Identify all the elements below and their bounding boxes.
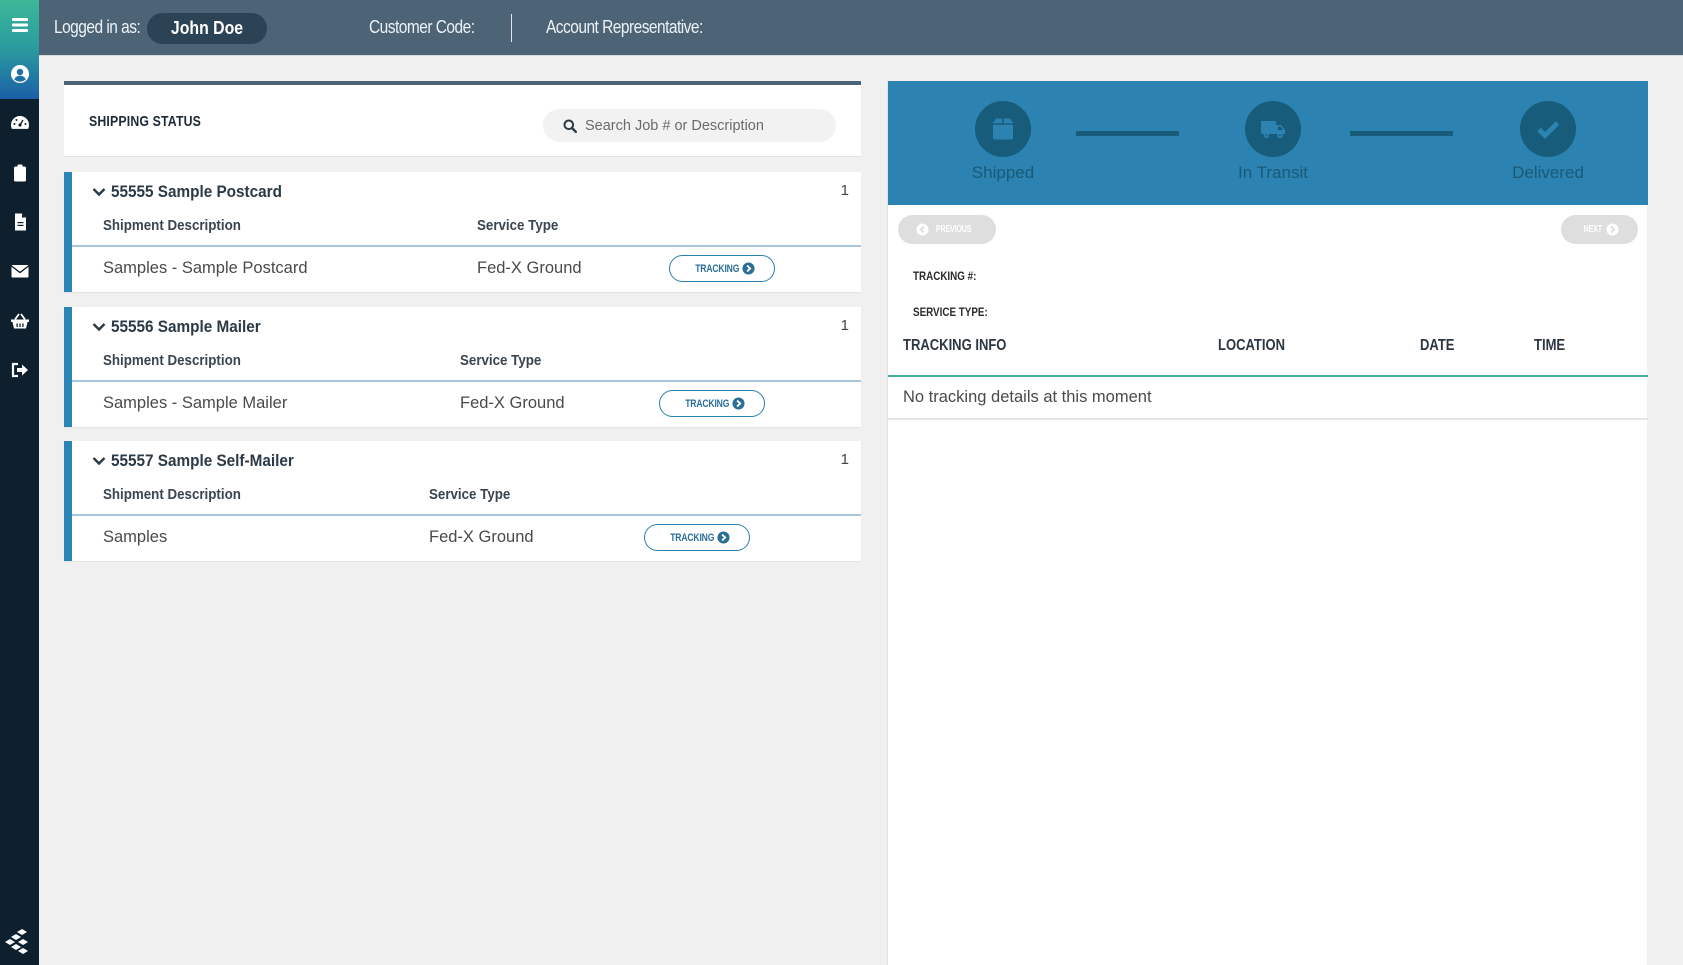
chevron-right-circle-icon <box>717 531 730 544</box>
step-label: Shipped <box>971 163 1035 182</box>
table-row-divider <box>888 418 1648 420</box>
next-label: NEXT <box>1583 224 1603 235</box>
panel-title: SHIPPING STATUS <box>89 113 202 130</box>
job-toggle[interactable]: 55556 Sample Mailer <box>92 317 277 337</box>
col-tracking-info: TRACKING INFO <box>903 337 1007 354</box>
truck-icon <box>1261 121 1285 139</box>
col-date: DATE <box>1420 337 1455 354</box>
tracking-button-label: TRACKING <box>670 531 715 544</box>
chevron-down-icon <box>92 457 106 466</box>
tracking-button[interactable]: TRACKING <box>644 524 750 551</box>
shipment-description: Samples <box>103 528 168 546</box>
basket-icon <box>10 313 29 329</box>
previous-button[interactable]: PREVIOUS <box>898 215 996 244</box>
tracking-number-label: TRACKING #: <box>913 269 977 283</box>
chevron-left-circle-icon <box>916 223 929 236</box>
previous-label: PREVIOUS <box>935 224 972 235</box>
next-button[interactable]: NEXT <box>1561 215 1638 244</box>
chevron-down-icon <box>92 323 106 332</box>
shipping-status-header: SHIPPING STATUS <box>64 81 861 157</box>
col-service-type: Service Type <box>477 218 559 234</box>
service-type-label: SERVICE TYPE: <box>913 305 988 319</box>
job-title: 55555 Sample Postcard <box>111 182 282 201</box>
dashboard-gauge-icon <box>10 116 29 129</box>
customer-code-label: Customer Code: <box>369 17 475 37</box>
sidebar-item-store[interactable] <box>0 306 39 336</box>
tracking-button[interactable]: TRACKING <box>669 255 775 282</box>
col-shipment-description: Shipment Description <box>103 353 241 369</box>
shipment-description: Samples - Sample Mailer <box>103 394 288 412</box>
job-toggle[interactable]: 55555 Sample Postcard <box>92 182 301 202</box>
document-icon <box>14 213 26 231</box>
job-title: 55556 Sample Mailer <box>111 317 261 336</box>
envelope-icon <box>10 265 29 278</box>
sidebar-item-logout[interactable] <box>0 355 39 385</box>
sign-out-icon <box>11 362 28 378</box>
job-count: 1 <box>840 317 849 334</box>
progress-connector <box>1350 131 1453 136</box>
shipment-description: Samples - Sample Postcard <box>103 259 308 277</box>
job-count: 1 <box>840 451 849 468</box>
package-box-icon <box>993 118 1013 140</box>
step-shipped: Shipped <box>943 101 1063 183</box>
job-card: 55555 Sample Postcard 1 Shipment Descrip… <box>64 172 861 292</box>
header-divider <box>511 14 512 42</box>
job-card: 55557 Sample Self-Mailer 1 Shipment Desc… <box>64 441 861 561</box>
clipboard-icon <box>13 164 26 182</box>
top-bar: Logged in as: John Doe Customer Code: Ac… <box>39 0 1683 56</box>
menu-icon <box>11 18 28 32</box>
chevron-right-circle-icon <box>732 397 745 410</box>
menu-toggle-button[interactable] <box>0 10 39 40</box>
tracking-details-panel: Shipped In Transit Delivered PREVIOUS NE… <box>887 81 1648 965</box>
user-circle-icon <box>10 65 29 83</box>
account-rep-label: Account Representative: <box>546 17 703 37</box>
table-header-divider <box>888 375 1648 377</box>
sidebar-nav <box>0 0 39 965</box>
tracking-button[interactable]: TRACKING <box>659 390 765 417</box>
step-label: In Transit <box>1238 163 1308 182</box>
service-type: Fed-X Ground <box>429 528 534 546</box>
user-name: John Doe <box>170 18 244 38</box>
logged-in-label: Logged in as: <box>54 17 141 37</box>
service-type: Fed-X Ground <box>477 259 582 277</box>
tracking-button-label: TRACKING <box>695 262 740 275</box>
tracking-progress: Shipped In Transit Delivered <box>888 81 1648 205</box>
job-count: 1 <box>840 182 849 199</box>
col-service-type: Service Type <box>460 353 542 369</box>
job-title: 55557 Sample Self-Mailer <box>111 451 294 470</box>
job-toggle[interactable]: 55557 Sample Self-Mailer <box>92 451 314 471</box>
sidebar-item-profile[interactable] <box>0 59 39 89</box>
job-card: 55556 Sample Mailer 1 Shipment Descripti… <box>64 307 861 427</box>
sidebar-item-messages[interactable] <box>0 256 39 286</box>
shipping-status-panel: SHIPPING STATUS 55555 Sample Postcard 1 … <box>64 81 861 561</box>
progress-connector <box>1076 131 1179 136</box>
col-location: LOCATION <box>1218 337 1286 354</box>
search-box[interactable] <box>543 109 836 142</box>
divider <box>72 514 861 516</box>
layers-logo-icon <box>5 929 28 954</box>
sidebar-item-orders[interactable] <box>0 158 39 188</box>
col-service-type: Service Type <box>429 487 511 503</box>
search-icon <box>563 119 577 133</box>
chevron-right-circle-icon <box>1606 223 1619 236</box>
col-shipment-description: Shipment Description <box>103 218 241 234</box>
user-badge[interactable]: John Doe <box>147 13 267 44</box>
divider <box>72 245 861 247</box>
divider <box>72 380 861 382</box>
col-time: TIME <box>1534 337 1566 354</box>
sidebar-item-dashboard[interactable] <box>0 108 39 138</box>
tracking-button-label: TRACKING <box>685 397 730 410</box>
service-type: Fed-X Ground <box>460 394 565 412</box>
chevron-down-icon <box>92 188 106 197</box>
check-icon <box>1537 121 1560 140</box>
empty-tracking-message: No tracking details at this moment <box>903 388 1152 406</box>
step-label: Delivered <box>1512 163 1584 182</box>
col-shipment-description: Shipment Description <box>103 487 241 503</box>
step-delivered: Delivered <box>1488 101 1608 183</box>
step-in-transit: In Transit <box>1213 101 1333 183</box>
search-input[interactable] <box>585 117 815 134</box>
sidebar-item-documents[interactable] <box>0 207 39 237</box>
chevron-right-circle-icon <box>742 262 755 275</box>
